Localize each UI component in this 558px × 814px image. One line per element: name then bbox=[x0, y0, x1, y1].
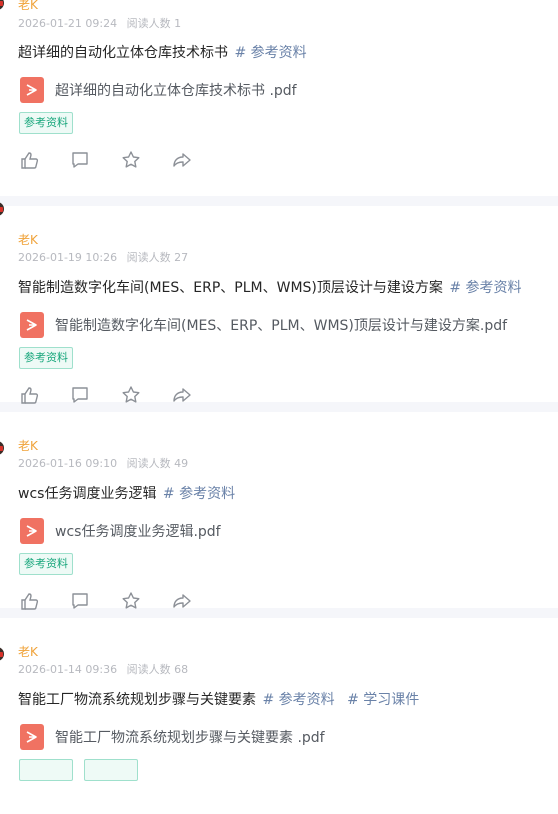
file-attachment[interactable]: wcs任务调度业务逻辑.pdf bbox=[20, 518, 221, 544]
tag-link[interactable]: # 学习课件 bbox=[347, 692, 419, 708]
like-icon[interactable] bbox=[20, 385, 40, 405]
category-chip[interactable] bbox=[84, 759, 138, 781]
comment-icon[interactable] bbox=[70, 150, 90, 170]
tag-link[interactable]: # 参考资料 bbox=[163, 486, 235, 502]
post-title[interactable]: 智能制造数字化车间(MES、ERP、PLM、WMS)顶层设计与建设方案 # 参考… bbox=[18, 277, 522, 297]
category-chip[interactable] bbox=[19, 759, 73, 781]
post-title-text[interactable]: 超详细的自动化立体仓库技术标书 bbox=[18, 45, 228, 61]
avatar[interactable] bbox=[0, 0, 4, 10]
file-name[interactable]: 智能制造数字化车间(MES、ERP、PLM、WMS)顶层设计与建设方案.pdf bbox=[55, 315, 507, 335]
post-meta: 2026-01-19 10:26 阅读人数 27 bbox=[18, 249, 188, 265]
post-date: 2026-01-19 10:26 bbox=[18, 251, 118, 264]
author-name[interactable]: 老K bbox=[18, 0, 38, 13]
post-date: 2026-01-21 09:24 bbox=[18, 17, 118, 30]
tag-link[interactable]: # 参考资料 bbox=[262, 692, 334, 708]
category-chip[interactable]: 参考资料 bbox=[19, 553, 73, 575]
post-card: 老K 2026-01-14 09:36 阅读人数 68 智能工厂物流系统规划步骤… bbox=[0, 618, 558, 814]
share-icon[interactable] bbox=[172, 385, 192, 405]
file-attachment[interactable]: 超详细的自动化立体仓库技术标书 .pdf bbox=[20, 77, 297, 103]
post-meta: 2026-01-21 09:24 阅读人数 1 bbox=[18, 15, 181, 31]
share-icon[interactable] bbox=[172, 591, 192, 611]
file-name[interactable]: 超详细的自动化立体仓库技术标书 .pdf bbox=[55, 80, 297, 100]
post-title[interactable]: 智能工厂物流系统规划步骤与关键要素 # 参考资料 # 学习课件 bbox=[18, 689, 419, 709]
post-card: 老K 2026-01-16 09:10 阅读人数 49 wcs任务调度业务逻辑 … bbox=[0, 412, 558, 611]
read-count: 阅读人数 49 bbox=[126, 457, 189, 470]
pdf-icon bbox=[20, 518, 44, 544]
file-name[interactable]: 智能工厂物流系统规划步骤与关键要素 .pdf bbox=[55, 727, 325, 747]
post-title-text[interactable]: wcs任务调度业务逻辑 bbox=[18, 486, 156, 502]
post-date: 2026-01-16 09:10 bbox=[18, 457, 118, 470]
share-icon[interactable] bbox=[172, 150, 192, 170]
file-attachment[interactable]: 智能工厂物流系统规划步骤与关键要素 .pdf bbox=[20, 724, 325, 750]
post-card: 老K 2026-01-19 10:26 阅读人数 27 智能制造数字化车间(ME… bbox=[0, 202, 558, 405]
read-count: 阅读人数 1 bbox=[126, 17, 182, 30]
post-meta: 2026-01-16 09:10 阅读人数 49 bbox=[18, 455, 188, 471]
post-meta: 2026-01-14 09:36 阅读人数 68 bbox=[18, 661, 188, 677]
category-chip[interactable]: 参考资料 bbox=[19, 112, 73, 134]
like-icon[interactable] bbox=[20, 150, 40, 170]
avatar[interactable] bbox=[0, 441, 4, 455]
file-attachment[interactable]: 智能制造数字化车间(MES、ERP、PLM、WMS)顶层设计与建设方案.pdf bbox=[20, 312, 507, 338]
star-icon[interactable] bbox=[121, 385, 141, 405]
pdf-icon bbox=[20, 77, 44, 103]
post-title-text[interactable]: 智能制造数字化车间(MES、ERP、PLM、WMS)顶层设计与建设方案 bbox=[18, 280, 443, 296]
feed: 老K 2026-01-21 09:24 阅读人数 1 超详细的自动化立体仓库技术… bbox=[0, 0, 558, 814]
tag-link[interactable]: # 参考资料 bbox=[234, 45, 306, 61]
read-count: 阅读人数 27 bbox=[126, 251, 189, 264]
avatar[interactable] bbox=[0, 647, 4, 661]
author-name[interactable]: 老K bbox=[18, 643, 38, 660]
like-icon[interactable] bbox=[20, 591, 40, 611]
post-title[interactable]: 超详细的自动化立体仓库技术标书 # 参考资料 bbox=[18, 42, 307, 62]
tag-link[interactable]: # 参考资料 bbox=[449, 280, 521, 296]
read-count: 阅读人数 68 bbox=[126, 663, 189, 676]
comment-icon[interactable] bbox=[70, 385, 90, 405]
author-name[interactable]: 老K bbox=[18, 437, 38, 454]
category-chip[interactable]: 参考资料 bbox=[19, 347, 73, 369]
post-card: 老K 2026-01-21 09:24 阅读人数 1 超详细的自动化立体仓库技术… bbox=[0, 0, 558, 196]
post-title-text[interactable]: 智能工厂物流系统规划步骤与关键要素 bbox=[18, 692, 256, 708]
star-icon[interactable] bbox=[121, 591, 141, 611]
comment-icon[interactable] bbox=[70, 591, 90, 611]
post-date: 2026-01-14 09:36 bbox=[18, 663, 118, 676]
star-icon[interactable] bbox=[121, 150, 141, 170]
post-title[interactable]: wcs任务调度业务逻辑 # 参考资料 bbox=[18, 483, 235, 503]
pdf-icon bbox=[20, 724, 44, 750]
author-name[interactable]: 老K bbox=[18, 231, 38, 248]
file-name[interactable]: wcs任务调度业务逻辑.pdf bbox=[55, 521, 221, 541]
pdf-icon bbox=[20, 312, 44, 338]
post-separator bbox=[0, 196, 558, 206]
